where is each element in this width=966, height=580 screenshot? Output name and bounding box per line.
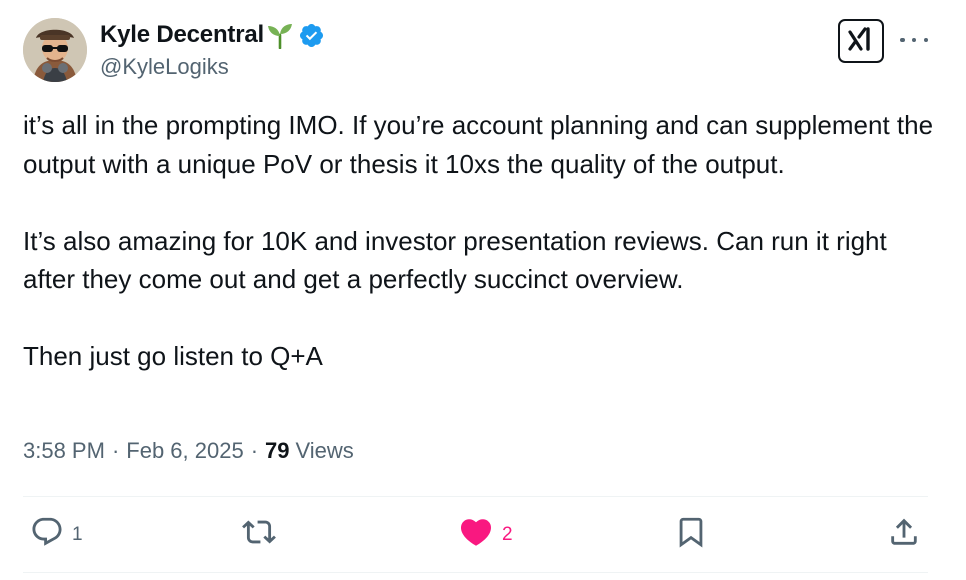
reply-button[interactable]: 1 [30,515,83,555]
bookmark-icon [674,515,708,555]
author-name-row: Kyle Decentral [100,18,325,52]
tweet-metadata: 3:58 PM · Feb 6, 2025 · 79 Views [23,438,354,464]
grok-button[interactable] [838,19,884,63]
share-button[interactable] [887,515,921,555]
meta-separator: · [250,438,259,463]
tweet: Kyle Decentral @KyleLogiks it’s all in t… [0,0,966,580]
retweet-icon [242,515,276,555]
views-label: Views [295,438,354,463]
seedling-icon [267,21,293,49]
display-name[interactable]: Kyle Decentral [100,21,264,49]
tweet-text: it’s all in the prompting IMO. If you’re… [23,106,943,376]
heart-icon [458,514,494,556]
share-icon [887,515,921,555]
views-count: 79 [265,438,290,463]
author-handle[interactable]: @KyleLogiks [100,54,229,80]
like-count: 2 [502,524,513,545]
divider [23,496,928,497]
more-icon[interactable] [900,30,928,50]
reply-icon [30,515,64,555]
bookmark-button[interactable] [674,515,708,555]
retweet-button[interactable] [242,515,284,555]
tweet-paragraph: It’s also amazing for 10K and investor p… [23,225,887,295]
like-button[interactable]: 2 [458,515,513,555]
reply-count: 1 [72,524,83,545]
divider [23,572,928,573]
grok-icon [846,25,876,58]
tweet-time[interactable]: 3:58 PM [23,438,105,464]
meta-separator: · [111,438,120,463]
tweet-paragraph: it’s all in the prompting IMO. If you’re… [23,110,934,179]
action-bar: 1 2 [30,515,930,555]
tweet-paragraph: Then just go listen to Q+A [23,341,323,371]
avatar[interactable] [23,18,87,82]
tweet-date[interactable]: Feb 6, 2025 [126,438,243,464]
verified-badge-icon[interactable] [298,22,325,49]
